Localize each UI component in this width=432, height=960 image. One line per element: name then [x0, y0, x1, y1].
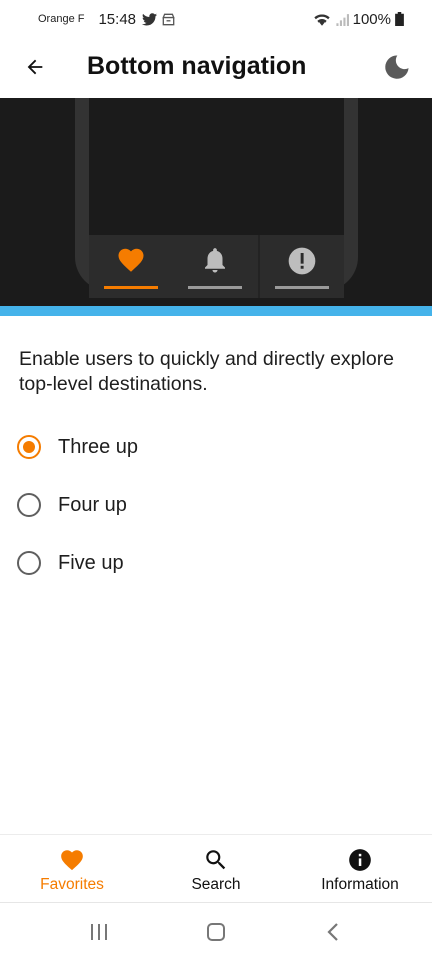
nav-item-search[interactable]: Search [144, 835, 288, 902]
variant-radio-group: Three up Four up Five up [0, 418, 432, 592]
chevron-left-icon [327, 922, 339, 941]
battery-icon [395, 12, 404, 26]
component-description: Enable users to quickly and directly exp… [19, 348, 395, 395]
back-button[interactable] [18, 50, 52, 84]
mock-indicator [188, 286, 243, 289]
nav-item-favorites[interactable]: Favorites [0, 835, 144, 902]
option-four-up[interactable]: Four up [0, 476, 432, 534]
nav-label: Search [191, 876, 241, 893]
hero-accent-stripe [0, 306, 432, 316]
phone-mockup-screen [89, 98, 344, 235]
info-icon [349, 849, 371, 871]
mock-indicator [274, 286, 329, 289]
shop-icon [162, 13, 175, 25]
option-three-up[interactable]: Three up [0, 418, 432, 476]
arrow-back-icon [27, 59, 43, 75]
twitter-icon [142, 12, 158, 25]
app-bar: Bottom navigation [0, 38, 432, 98]
mock-nav-item-alert [257, 235, 344, 298]
option-label: Five up [58, 551, 124, 574]
page-title: Bottom navigation [87, 52, 307, 80]
system-navigation-bar [0, 902, 432, 960]
mock-nav-item-notifications [173, 235, 257, 298]
mock-active-indicator [104, 286, 159, 289]
status-bar: Orange F 15:48 100% [0, 0, 432, 38]
clock: 15:48 [98, 10, 137, 28]
home-icon [206, 922, 225, 941]
option-label: Four up [58, 493, 127, 516]
home-button[interactable] [194, 910, 238, 954]
bell-icon [205, 248, 226, 273]
system-back-button[interactable] [311, 910, 355, 954]
nav-label: Information [321, 876, 399, 893]
option-five-up[interactable]: Five up [0, 534, 432, 592]
search-icon [206, 850, 226, 870]
heart-icon [118, 248, 144, 272]
radio-button-selected[interactable] [17, 435, 41, 459]
nav-item-information[interactable]: Information [288, 835, 432, 902]
option-label: Three up [58, 435, 139, 458]
wifi-icon [313, 14, 330, 26]
signal-icon [336, 14, 349, 26]
moon-icon [385, 55, 409, 79]
radio-button[interactable] [17, 493, 41, 517]
alert-icon [288, 247, 316, 275]
recent-apps-button[interactable] [77, 910, 121, 954]
heart-icon [61, 850, 83, 871]
mock-bottom-navigation [89, 235, 344, 298]
carrier-name: Orange F [38, 13, 85, 25]
bottom-navigation: Favorites Search Information [0, 834, 432, 902]
phone-mockup [75, 98, 358, 298]
hero-illustration [0, 98, 432, 316]
nav-label: Favorites [40, 876, 104, 893]
recent-apps-icon [90, 923, 107, 940]
battery-level: 100% [352, 10, 391, 28]
mock-nav-item-favorites [89, 235, 173, 298]
radio-button[interactable] [17, 551, 41, 575]
dark-mode-toggle-button[interactable] [380, 50, 414, 84]
